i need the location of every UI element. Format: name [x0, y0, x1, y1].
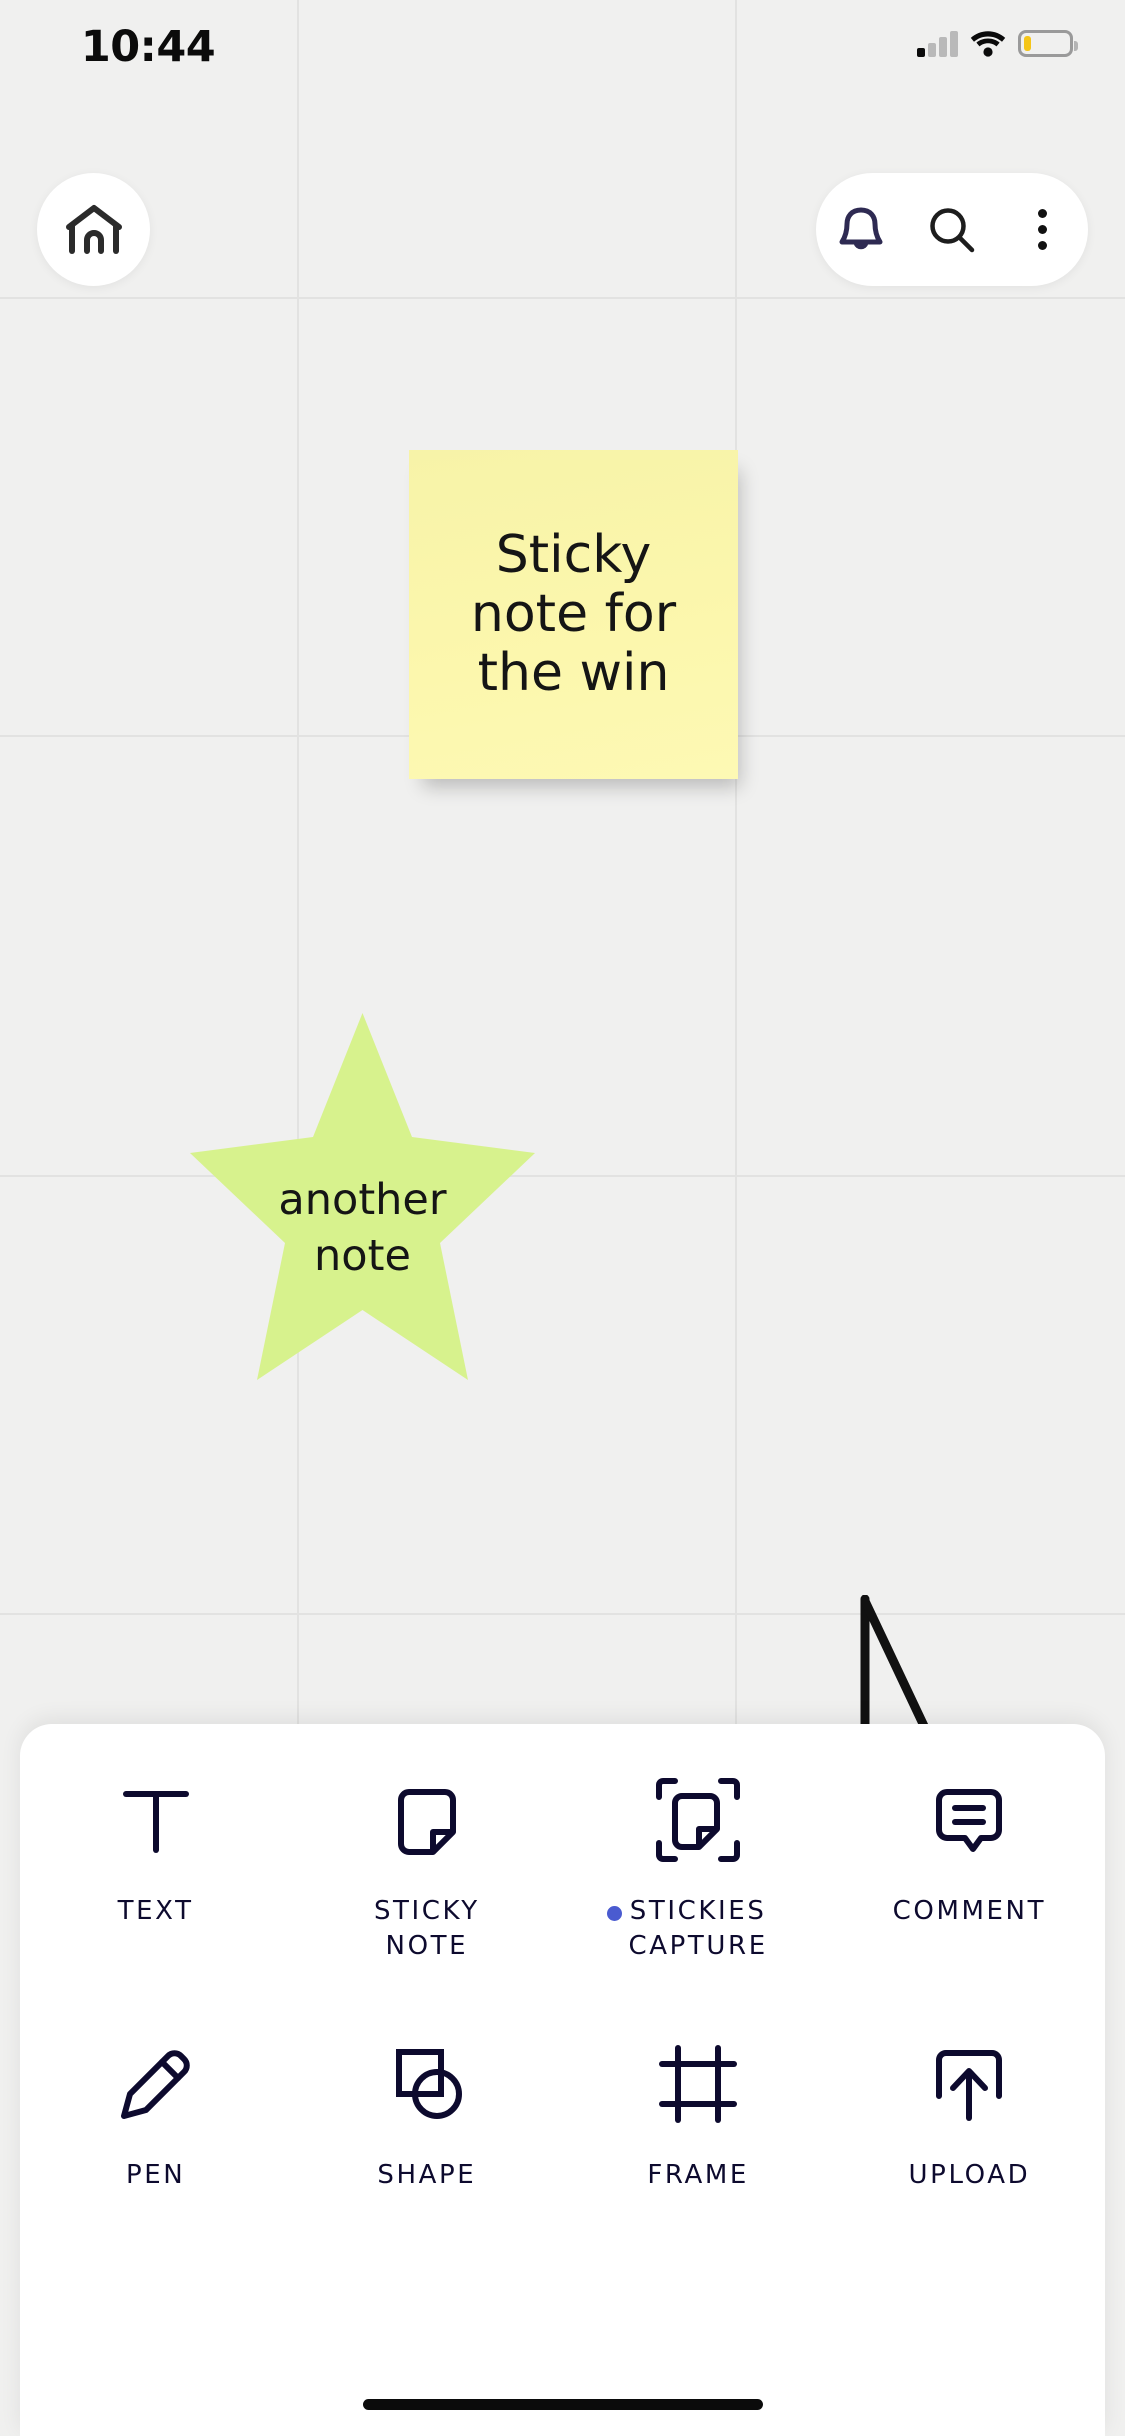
stickies-capture-tool-icon — [649, 1768, 747, 1872]
tool-text[interactable]: TEXT — [20, 1758, 291, 1988]
star-shape-text: another note — [278, 1175, 447, 1281]
search-icon — [930, 207, 975, 252]
upload-tool-icon — [923, 2032, 1015, 2136]
gridline-horizontal — [0, 297, 1125, 299]
gridline-horizontal — [0, 1175, 1125, 1177]
tool-sticky-note[interactable]: STICKY NOTE — [291, 1758, 562, 1988]
more-options-button[interactable] — [1012, 199, 1074, 261]
pen-tool-icon — [110, 2032, 202, 2136]
tool-upload[interactable]: UPLOAD — [834, 2022, 1105, 2252]
tool-label: STICKIES CAPTURE — [606, 1894, 768, 1964]
tool-label: PEN — [125, 2160, 186, 2190]
home-indicator[interactable] — [362, 2399, 763, 2410]
tool-stickies-capture[interactable]: STICKIES CAPTURE — [563, 1758, 834, 1988]
tool-shape[interactable]: SHAPE — [291, 2022, 562, 2252]
notifications-button[interactable] — [830, 199, 892, 261]
tool-frame[interactable]: FRAME — [563, 2022, 834, 2252]
tool-label: UPLOAD — [908, 2160, 1031, 2190]
shape-tool-icon — [381, 2032, 473, 2136]
bell-icon — [839, 207, 883, 249]
tool-sheet: TEXT STICKY NOTE STICKIES CAPTURE COMMEN… — [20, 1724, 1105, 2436]
kebab-menu-icon — [1038, 209, 1048, 250]
tool-label: FRAME — [647, 2160, 749, 2190]
frame-tool-icon — [652, 2032, 744, 2136]
ink-stroke-drawing[interactable] — [855, 1595, 985, 1745]
tool-grid: TEXT STICKY NOTE STICKIES CAPTURE COMMEN… — [20, 1758, 1105, 2252]
home-button[interactable] — [37, 173, 150, 286]
home-icon — [65, 204, 122, 254]
tool-label: TEXT — [117, 1896, 194, 1926]
tool-comment[interactable]: COMMENT — [834, 1758, 1105, 1988]
star-shape-object[interactable]: another note — [190, 1005, 535, 1380]
comment-tool-icon — [923, 1768, 1015, 1872]
sticky-note-tool-icon — [381, 1768, 473, 1872]
sticky-note-text: Sticky note for the win — [470, 525, 677, 703]
top-action-bar — [816, 173, 1088, 286]
tool-label: SHAPE — [377, 2160, 477, 2190]
text-tool-icon — [110, 1768, 202, 1872]
app-screen: Sticky note for the win another note 10:… — [0, 0, 1125, 2436]
tool-pen[interactable]: PEN — [20, 2022, 291, 2252]
tool-label: COMMENT — [892, 1896, 1047, 1926]
search-button[interactable] — [921, 199, 983, 261]
sticky-note-object[interactable]: Sticky note for the win — [409, 450, 738, 779]
tool-label: STICKY NOTE — [373, 1896, 480, 1962]
